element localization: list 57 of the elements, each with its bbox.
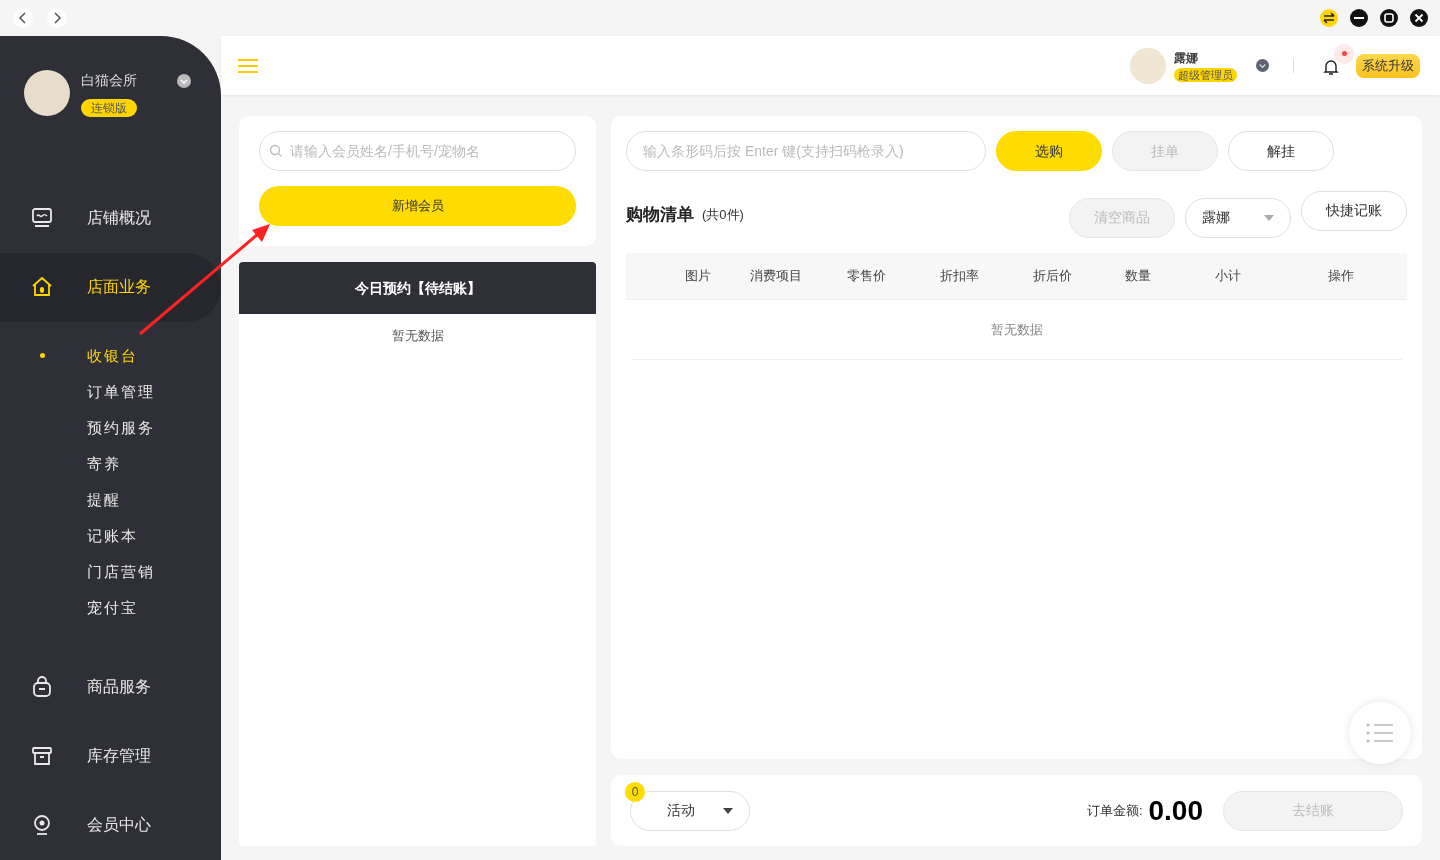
edition-badge: 连锁版 bbox=[81, 99, 137, 117]
store-name: 白猫会所 bbox=[81, 71, 138, 90]
minimize-icon[interactable] bbox=[1350, 9, 1368, 27]
total-amount: 0.00 bbox=[1148, 793, 1203, 828]
empty-text: 暂无数据 bbox=[390, 327, 445, 345]
monitor-icon bbox=[30, 205, 54, 230]
chevron-down-icon[interactable] bbox=[1256, 59, 1269, 72]
submenu-item[interactable]: 宠付宝 bbox=[0, 590, 221, 626]
sidebar-item[interactable]: 库存管理 bbox=[0, 721, 221, 791]
column-header: 消费项目 bbox=[749, 267, 803, 286]
column-header: 操作 bbox=[1327, 267, 1355, 286]
column-header: 折后价 bbox=[1031, 267, 1073, 286]
submenu-item[interactable]: 寄养 bbox=[0, 446, 221, 482]
appointments-title: 今日预约【待结账】 bbox=[239, 262, 596, 314]
close-icon[interactable] bbox=[1410, 9, 1428, 27]
sidebar-item[interactable]: 商品服务 bbox=[0, 652, 221, 722]
bag-icon bbox=[30, 674, 54, 699]
search-icon bbox=[269, 144, 283, 158]
cart-title: 购物清单 bbox=[626, 203, 694, 226]
column-header: 零售价 bbox=[845, 267, 887, 286]
caret-icon bbox=[1264, 214, 1274, 221]
column-header: 小计 bbox=[1214, 267, 1242, 286]
empty-text: 暂无数据 bbox=[990, 320, 1043, 339]
submenu-item[interactable]: 订单管理 bbox=[0, 374, 221, 410]
toolbar-button[interactable]: 选购 bbox=[996, 131, 1102, 171]
column-header: 数量 bbox=[1124, 267, 1152, 286]
back-icon[interactable] bbox=[12, 7, 34, 29]
sidebar-item[interactable]: 会员中心 bbox=[0, 790, 221, 860]
barcode-field[interactable]: 输入条形码后按 Enter 键(支持扫码枪录入) bbox=[626, 131, 986, 171]
upgrade-button[interactable]: 系统升级 bbox=[1356, 53, 1420, 78]
column-header: 折扣率 bbox=[938, 267, 980, 286]
add-member-button[interactable]: 新增会员 bbox=[259, 186, 576, 226]
total-label: 订单金额: bbox=[1086, 801, 1143, 820]
role-badge: 超级管理员 bbox=[1174, 68, 1237, 82]
sidebar-item[interactable]: 店面业务 bbox=[0, 252, 221, 322]
submenu-item[interactable]: 提醒 bbox=[0, 482, 221, 518]
switch-icon[interactable] bbox=[1320, 9, 1338, 27]
item-count: (共0件) bbox=[702, 205, 744, 224]
user-name: 露娜 bbox=[1174, 50, 1199, 67]
avatar bbox=[24, 70, 70, 116]
count-badge: 0 bbox=[625, 781, 645, 802]
search-field[interactable]: 请输入会员姓名/手机号/宠物名 bbox=[259, 131, 576, 171]
chevron-down-icon[interactable] bbox=[177, 74, 191, 88]
sidebar-item[interactable]: 店铺概况 bbox=[0, 183, 221, 253]
maximize-icon[interactable] bbox=[1380, 9, 1398, 27]
caret-icon bbox=[723, 807, 733, 814]
forward-icon[interactable] bbox=[46, 7, 68, 29]
box-icon bbox=[30, 744, 54, 768]
submenu-item[interactable]: 收银台 bbox=[0, 338, 221, 374]
submenu-item[interactable]: 门店营销 bbox=[0, 554, 221, 590]
bell-icon[interactable] bbox=[1323, 57, 1339, 76]
toolbar-button[interactable]: 解挂 bbox=[1228, 131, 1334, 171]
submenu-item[interactable]: 预约服务 bbox=[0, 410, 221, 446]
list-icon bbox=[1366, 723, 1394, 743]
submenu-item[interactable]: 记账本 bbox=[0, 518, 221, 554]
column-header: 图片 bbox=[684, 267, 712, 286]
avatar bbox=[1130, 47, 1166, 84]
